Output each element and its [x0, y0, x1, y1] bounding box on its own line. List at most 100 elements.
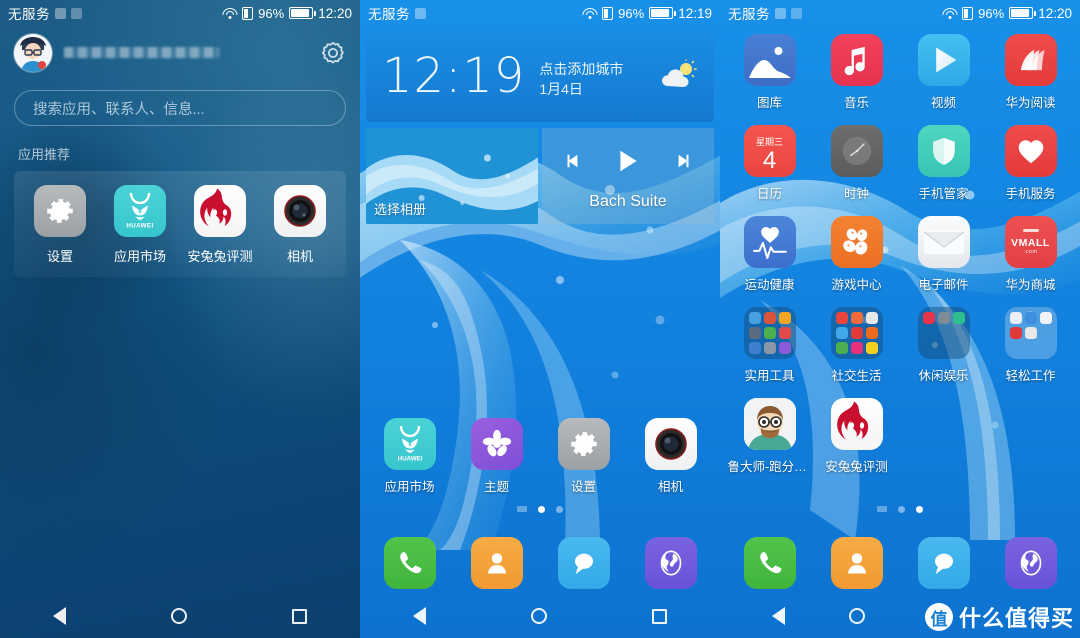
- recommended-app-camera[interactable]: 相机: [260, 185, 340, 265]
- watermark: 值 什么值得买: [924, 601, 1074, 633]
- notification-icon-1: [55, 7, 66, 19]
- svg-text:HUAWEI: HUAWEI: [126, 223, 153, 230]
- app-health[interactable]: 运动健康: [726, 216, 813, 293]
- folder-mini-empty: [1040, 342, 1052, 354]
- folder-mini-app: [1024, 312, 1037, 324]
- folder-icon: [917, 307, 970, 359]
- home-button[interactable]: [170, 608, 187, 624]
- recommended-app-label: 相机: [286, 249, 313, 264]
- navigation-bar-home1: [360, 594, 720, 638]
- recommended-app-settings[interactable]: 设置: [20, 185, 100, 265]
- clock-label: 12:20: [1038, 5, 1072, 21]
- recommended-app-label: 安兔兔评测: [187, 249, 253, 264]
- recents-button[interactable]: [292, 608, 308, 624]
- add-city-hint[interactable]: 点击添加城市: [539, 59, 623, 79]
- status-bar-home1: 无服务 96% 12:19: [360, 0, 720, 26]
- settings-gear-icon[interactable]: [320, 40, 346, 66]
- status-right: 96% 12:20: [222, 6, 352, 21]
- folder-mini-app: [763, 312, 776, 324]
- app-antutu[interactable]: 安兔兔评测: [813, 398, 900, 475]
- photo-album-widget[interactable]: 选择相册: [366, 128, 538, 224]
- camera-icon: [274, 185, 326, 237]
- watermark-badge: 值: [924, 603, 953, 631]
- app-label: 时钟: [843, 187, 869, 201]
- page-dot[interactable]: [556, 506, 563, 513]
- recents-button[interactable]: [652, 608, 668, 624]
- notification-icon-1: [775, 7, 786, 19]
- page-dot-active[interactable]: [538, 506, 545, 513]
- next-track-icon[interactable]: [675, 152, 693, 175]
- app-gallery[interactable]: 图库: [726, 34, 813, 111]
- watermark-text: 什么值得买: [958, 606, 1074, 631]
- clock-weather-widget[interactable]: 12:19 点击添加城市 1月4日: [366, 30, 714, 122]
- app-vmall[interactable]: VMALL .com 华为商城: [987, 216, 1074, 293]
- folder-social[interactable]: 社交生活: [813, 307, 900, 384]
- page-dot-active[interactable]: [916, 506, 923, 513]
- grid-empty-slot: [987, 398, 1074, 475]
- app-ludashi[interactable]: 鲁大师-跑分清..: [726, 398, 813, 475]
- app-themes[interactable]: 主题: [453, 418, 540, 495]
- dock-messages[interactable]: [540, 537, 627, 589]
- dock-contacts[interactable]: [813, 537, 900, 589]
- folder-work[interactable]: 轻松工作: [987, 307, 1074, 384]
- app-video[interactable]: 视频: [900, 34, 987, 111]
- page-dot[interactable]: [898, 506, 905, 513]
- app-label: 华为阅读: [1005, 96, 1056, 110]
- music-track-title: Bach Suite: [589, 192, 667, 210]
- back-button[interactable]: [772, 607, 785, 625]
- previous-track-icon[interactable]: [563, 152, 581, 175]
- app-huawei-reader[interactable]: 华为阅读: [987, 34, 1074, 111]
- folder-mini-app: [763, 342, 776, 354]
- app-game-center[interactable]: 游戏中心: [813, 216, 900, 293]
- dock-contacts[interactable]: [453, 537, 540, 589]
- dock-browser[interactable]: [627, 537, 714, 589]
- home-button[interactable]: [530, 608, 547, 624]
- panel-home-screen-2: 无服务 96% 12:20 图库 音乐 视频 华为阅读 星期三 4 日历 时钟 …: [720, 0, 1080, 638]
- phone-icon: [383, 537, 436, 589]
- widget-meta: 点击添加城市 1月4日: [539, 59, 623, 100]
- home2-app-grid: 图库 音乐 视频 华为阅读 星期三 4 日历 时钟 手机管家 手机服务 运动健康…: [720, 34, 1080, 489]
- folder-mini-app: [865, 342, 878, 354]
- app-label: 电子邮件: [918, 278, 969, 292]
- search-input[interactable]: 搜索应用、联系人、信息...: [14, 90, 346, 126]
- status-right: 96% 12:19: [582, 6, 712, 21]
- antutu-icon: [194, 185, 246, 237]
- music-player-widget[interactable]: Bach Suite: [542, 128, 714, 224]
- page-dot[interactable]: [517, 506, 527, 512]
- avatar[interactable]: [14, 34, 52, 72]
- status-right: 96% 12:20: [942, 6, 1072, 21]
- settings-icon: [34, 185, 86, 237]
- back-button[interactable]: [52, 607, 66, 625]
- navigation-bar-drawer: [0, 594, 360, 638]
- page-dot[interactable]: [877, 506, 887, 512]
- vmall-icon: VMALL .com: [1004, 216, 1057, 268]
- app-clock[interactable]: 时钟: [813, 125, 900, 202]
- recommended-app-antutu[interactable]: 安兔兔评测: [180, 185, 260, 265]
- folder-entertainment[interactable]: 休闲娱乐: [900, 307, 987, 384]
- recommended-app-appmarket[interactable]: HUAWEI 应用市场: [100, 185, 180, 265]
- folder-icon: [830, 307, 883, 359]
- dock-phone[interactable]: [366, 537, 453, 589]
- battery-percent-label: 96%: [978, 5, 1005, 21]
- clock-label: 12:19: [678, 5, 712, 21]
- app-appmarket[interactable]: HUAWEI 应用市场: [366, 418, 453, 495]
- carrier-label: 无服务: [728, 7, 770, 22]
- app-music[interactable]: 音乐: [813, 34, 900, 111]
- home-button[interactable]: [849, 608, 865, 624]
- app-phone-manager[interactable]: 手机管家: [900, 125, 987, 202]
- home1-app-grid: HUAWEI 应用市场 主题 设置 相机: [360, 418, 720, 509]
- app-camera[interactable]: 相机: [627, 418, 714, 495]
- dock-browser[interactable]: [987, 537, 1074, 589]
- app-settings[interactable]: 设置: [540, 418, 627, 495]
- play-icon[interactable]: [615, 148, 641, 179]
- folder-utilities[interactable]: 实用工具: [726, 307, 813, 384]
- account-row[interactable]: [14, 32, 346, 74]
- app-email[interactable]: 电子邮件: [900, 216, 987, 293]
- app-calendar[interactable]: 星期三 4 日历: [726, 125, 813, 202]
- recommended-section-title: 应用推荐: [18, 147, 71, 162]
- app-phone-service[interactable]: 手机服务: [987, 125, 1074, 202]
- app-label: 设置: [570, 480, 596, 494]
- dock-phone[interactable]: [726, 537, 813, 589]
- back-button[interactable]: [412, 607, 426, 625]
- dock-messages[interactable]: [900, 537, 987, 589]
